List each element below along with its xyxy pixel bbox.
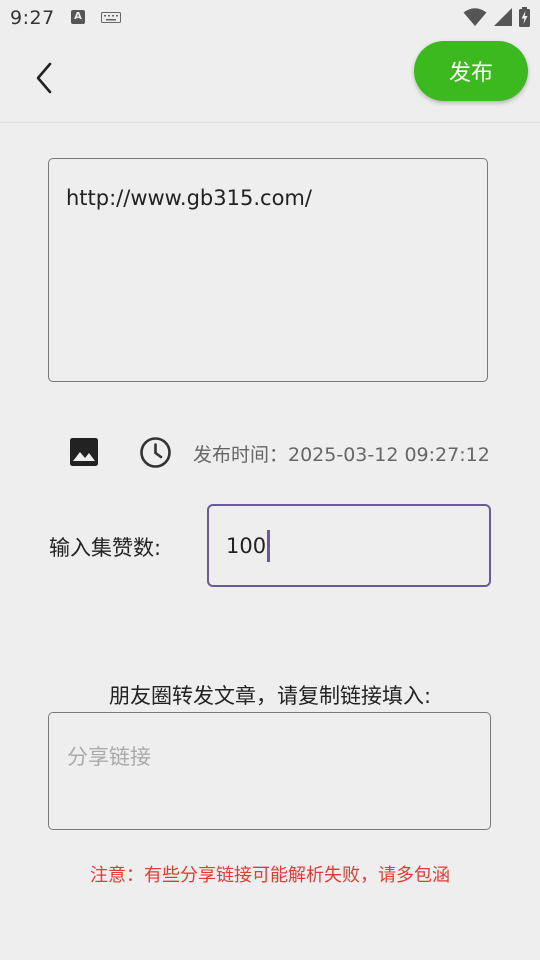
likes-label: 输入集赞数:: [49, 536, 162, 560]
header-divider: [0, 122, 540, 123]
publish-button[interactable]: 发布: [414, 41, 528, 101]
publish-time: 发布时间：2025-03-12 09:27:12: [193, 444, 490, 466]
likes-value: 100: [226, 533, 267, 558]
back-button[interactable]: [22, 56, 66, 100]
image-icon[interactable]: [69, 437, 99, 467]
share-link-input[interactable]: 分享链接: [48, 712, 491, 830]
likes-input[interactable]: 100: [207, 504, 491, 587]
text-caret: [267, 529, 270, 562]
status-icons: [463, 6, 530, 28]
keyboard-icon: [101, 12, 121, 23]
chevron-left-icon: [36, 62, 52, 94]
signal-icon: [494, 8, 512, 26]
status-time: 9:27: [10, 7, 55, 29]
battery-charging-icon: [519, 7, 530, 27]
clock-icon[interactable]: [139, 436, 172, 469]
notification-a-icon: A: [71, 10, 85, 24]
content-textarea[interactable]: http://www.gb315.com/: [48, 158, 488, 382]
wifi-icon: [463, 8, 487, 26]
share-link-placeholder: 分享链接: [67, 745, 151, 769]
notice-text: 注意：有些分享链接可能解析失败，请多包涵: [90, 865, 450, 886]
share-title: 朋友圈转发文章，请复制链接填入:: [108, 684, 432, 708]
